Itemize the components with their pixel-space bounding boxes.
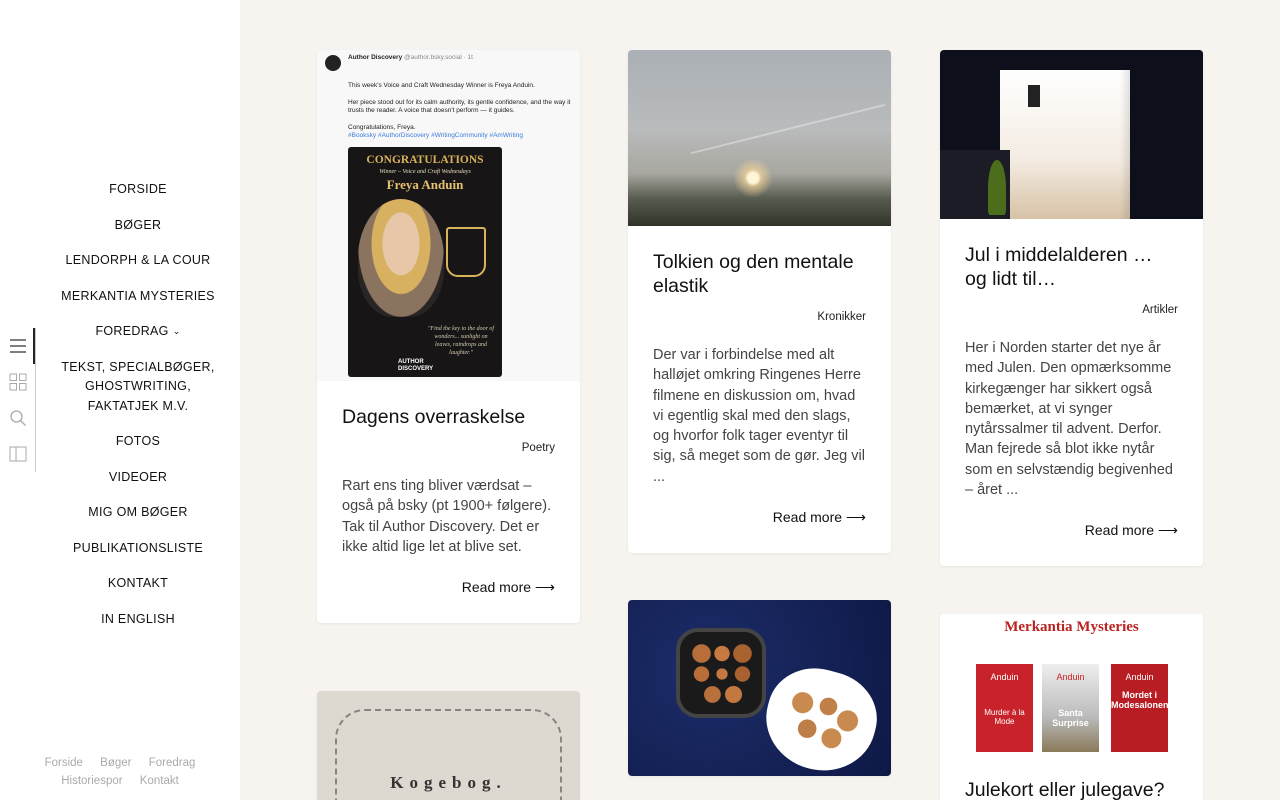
read-more-link[interactable]: Read more ⟶ xyxy=(342,579,555,596)
nav-boger[interactable]: BØGER xyxy=(36,208,240,244)
footer-link-foredrag[interactable]: Foredrag xyxy=(149,757,196,769)
post-grid: Author Discovery @author.bsky.social · 1… xyxy=(240,0,1280,800)
post-category[interactable]: Poetry xyxy=(342,442,555,454)
poster-title: CONGRATULATIONS xyxy=(366,154,484,166)
post-title[interactable]: Dagens overraskelse xyxy=(342,405,555,429)
poster-logo: AUTHOR DISCOVERY xyxy=(398,359,434,372)
active-indicator xyxy=(33,328,35,364)
footer-link-forside[interactable]: Forside xyxy=(45,757,83,769)
menu-icon[interactable] xyxy=(8,336,28,356)
tweet-handle: @author.bsky.social · 1t xyxy=(404,54,473,61)
main-navigation: FORSIDE BØGER LENDORPH & LA COUR MERKANT… xyxy=(36,172,240,637)
post-image[interactable] xyxy=(628,600,891,776)
cookbook-title: Kogebog. xyxy=(390,773,507,792)
nav-in-english[interactable]: IN ENGLISH xyxy=(36,602,240,638)
post-image[interactable] xyxy=(628,50,891,226)
book-cover-1: Anduin Murder à la Mode xyxy=(976,664,1033,752)
post-card[interactable]: Kogebog. xyxy=(317,691,580,800)
author-portrait xyxy=(358,199,444,317)
post-card[interactable]: Tolkien og den mentale elastik Kronikker… xyxy=(628,50,891,554)
post-image[interactable]: Author Discovery @author.bsky.social · 1… xyxy=(317,50,580,381)
poster-name: Freya Anduin xyxy=(386,177,464,192)
tweet-line-2: Her piece stood out for its calm authori… xyxy=(348,98,571,115)
tweet-tags: #Booksky #AuthorDiscovery #WritingCommun… xyxy=(348,132,523,139)
nav-foredrag[interactable]: FOREDRAG ⌄ xyxy=(36,314,240,350)
book-cover-3: Anduin Mordet i Modesalonen xyxy=(1111,664,1169,752)
nav-fotos[interactable]: FOTOS xyxy=(36,424,240,460)
search-icon[interactable] xyxy=(8,408,28,428)
tree xyxy=(988,160,1006,215)
post-card[interactable]: Merkantia Mysteries Anduin Murder à la M… xyxy=(940,614,1203,800)
read-more-link[interactable]: Read more ⟶ xyxy=(653,509,866,526)
post-title[interactable]: Julekort eller julegave? xyxy=(965,778,1178,800)
nav-tekst-specialboger[interactable]: TEKST, SPECIALBØGER, GHOSTWRITING, FAKTA… xyxy=(36,350,240,425)
footer-link-kontakt[interactable]: Kontakt xyxy=(140,775,179,787)
nav-lendorph-la-cour[interactable]: LENDORPH & LA COUR xyxy=(36,243,240,279)
post-image[interactable] xyxy=(940,50,1203,219)
grid-icon[interactable] xyxy=(8,372,28,392)
icon-toolbar xyxy=(0,328,36,472)
pan xyxy=(676,628,766,718)
tweet-line-1: This week's Voice and Craft Wednesday Wi… xyxy=(348,82,535,89)
book-title-1: Murder à la Mode xyxy=(984,708,1025,726)
nav-merkantia-mysteries[interactable]: MERKANTIA MYSTERIES xyxy=(36,279,240,315)
post-title[interactable]: Tolkien og den mentale elastik xyxy=(653,250,866,298)
post-category[interactable]: Kronikker xyxy=(653,311,866,323)
post-category[interactable]: Artikler xyxy=(965,304,1178,316)
sun-glow xyxy=(733,158,773,198)
book-title-3: Mordet i Modesalonen xyxy=(1111,690,1169,710)
book-author-1: Anduin xyxy=(990,672,1019,682)
post-card[interactable] xyxy=(628,600,891,776)
post-image[interactable]: Merkantia Mysteries Anduin Murder à la M… xyxy=(940,614,1203,754)
post-excerpt: Rart ens ting bliver værdsat – også på b… xyxy=(342,478,552,555)
post-card[interactable]: Author Discovery @author.bsky.social · 1… xyxy=(317,50,580,624)
nav-publikationsliste[interactable]: PUBLIKATIONSLISTE xyxy=(36,531,240,567)
tweet-line-3: Congratulations, Freya. xyxy=(348,123,416,131)
book-title-2: Santa Surprise xyxy=(1052,708,1089,728)
book-cover-2: Anduin Santa Surprise xyxy=(1042,664,1099,752)
nav-forside[interactable]: FORSIDE xyxy=(36,172,240,208)
chevron-down-icon[interactable]: ⌄ xyxy=(173,322,181,342)
book-author-2: Anduin xyxy=(1056,672,1085,682)
books-header: Merkantia Mysteries xyxy=(1004,619,1139,635)
post-card[interactable]: Jul i middelalderen … og lidt til… Artik… xyxy=(940,50,1203,567)
contrail xyxy=(690,103,886,155)
nav-kontakt[interactable]: KONTAKT xyxy=(36,566,240,602)
poster-quote: "Find the key to the door of wonders... … xyxy=(427,326,495,356)
nav-foredrag-label: FOREDRAG xyxy=(95,324,169,338)
post-excerpt: Der var i forbindelse med alt halløjet o… xyxy=(653,347,865,485)
book-icon xyxy=(446,227,486,277)
footer-links: Forside Bøger Foredrag Historiespor Kont… xyxy=(0,754,240,790)
post-title[interactable]: Jul i middelalderen … og lidt til… xyxy=(965,243,1178,291)
heart-plate xyxy=(754,657,888,776)
post-image[interactable]: Kogebog. xyxy=(317,691,580,800)
sidebar-toggle-icon[interactable] xyxy=(8,444,28,464)
nav-mig-om-boger[interactable]: MIG OM BØGER xyxy=(36,495,240,531)
post-excerpt: Her i Norden starter det nye år med Jule… xyxy=(965,340,1173,499)
footer-link-boger[interactable]: Bøger xyxy=(100,757,131,769)
avatar xyxy=(325,55,341,71)
award-poster: CONGRATULATIONS Winner – Voice and Craft… xyxy=(348,147,502,377)
church-building xyxy=(1000,70,1130,219)
sidebar: FORSIDE BØGER LENDORPH & LA COUR MERKANT… xyxy=(0,0,240,800)
church-window xyxy=(1028,85,1040,107)
tweet-author: Author Discovery xyxy=(348,54,403,61)
poster-subtitle: Winner – Voice and Craft Wednesdays xyxy=(379,169,471,175)
book-author-3: Anduin xyxy=(1125,672,1154,682)
read-more-link[interactable]: Read more ⟶ xyxy=(965,522,1178,539)
footer-link-historiespor[interactable]: Historiespor xyxy=(61,775,122,787)
nav-videoer[interactable]: VIDEOER xyxy=(36,460,240,496)
